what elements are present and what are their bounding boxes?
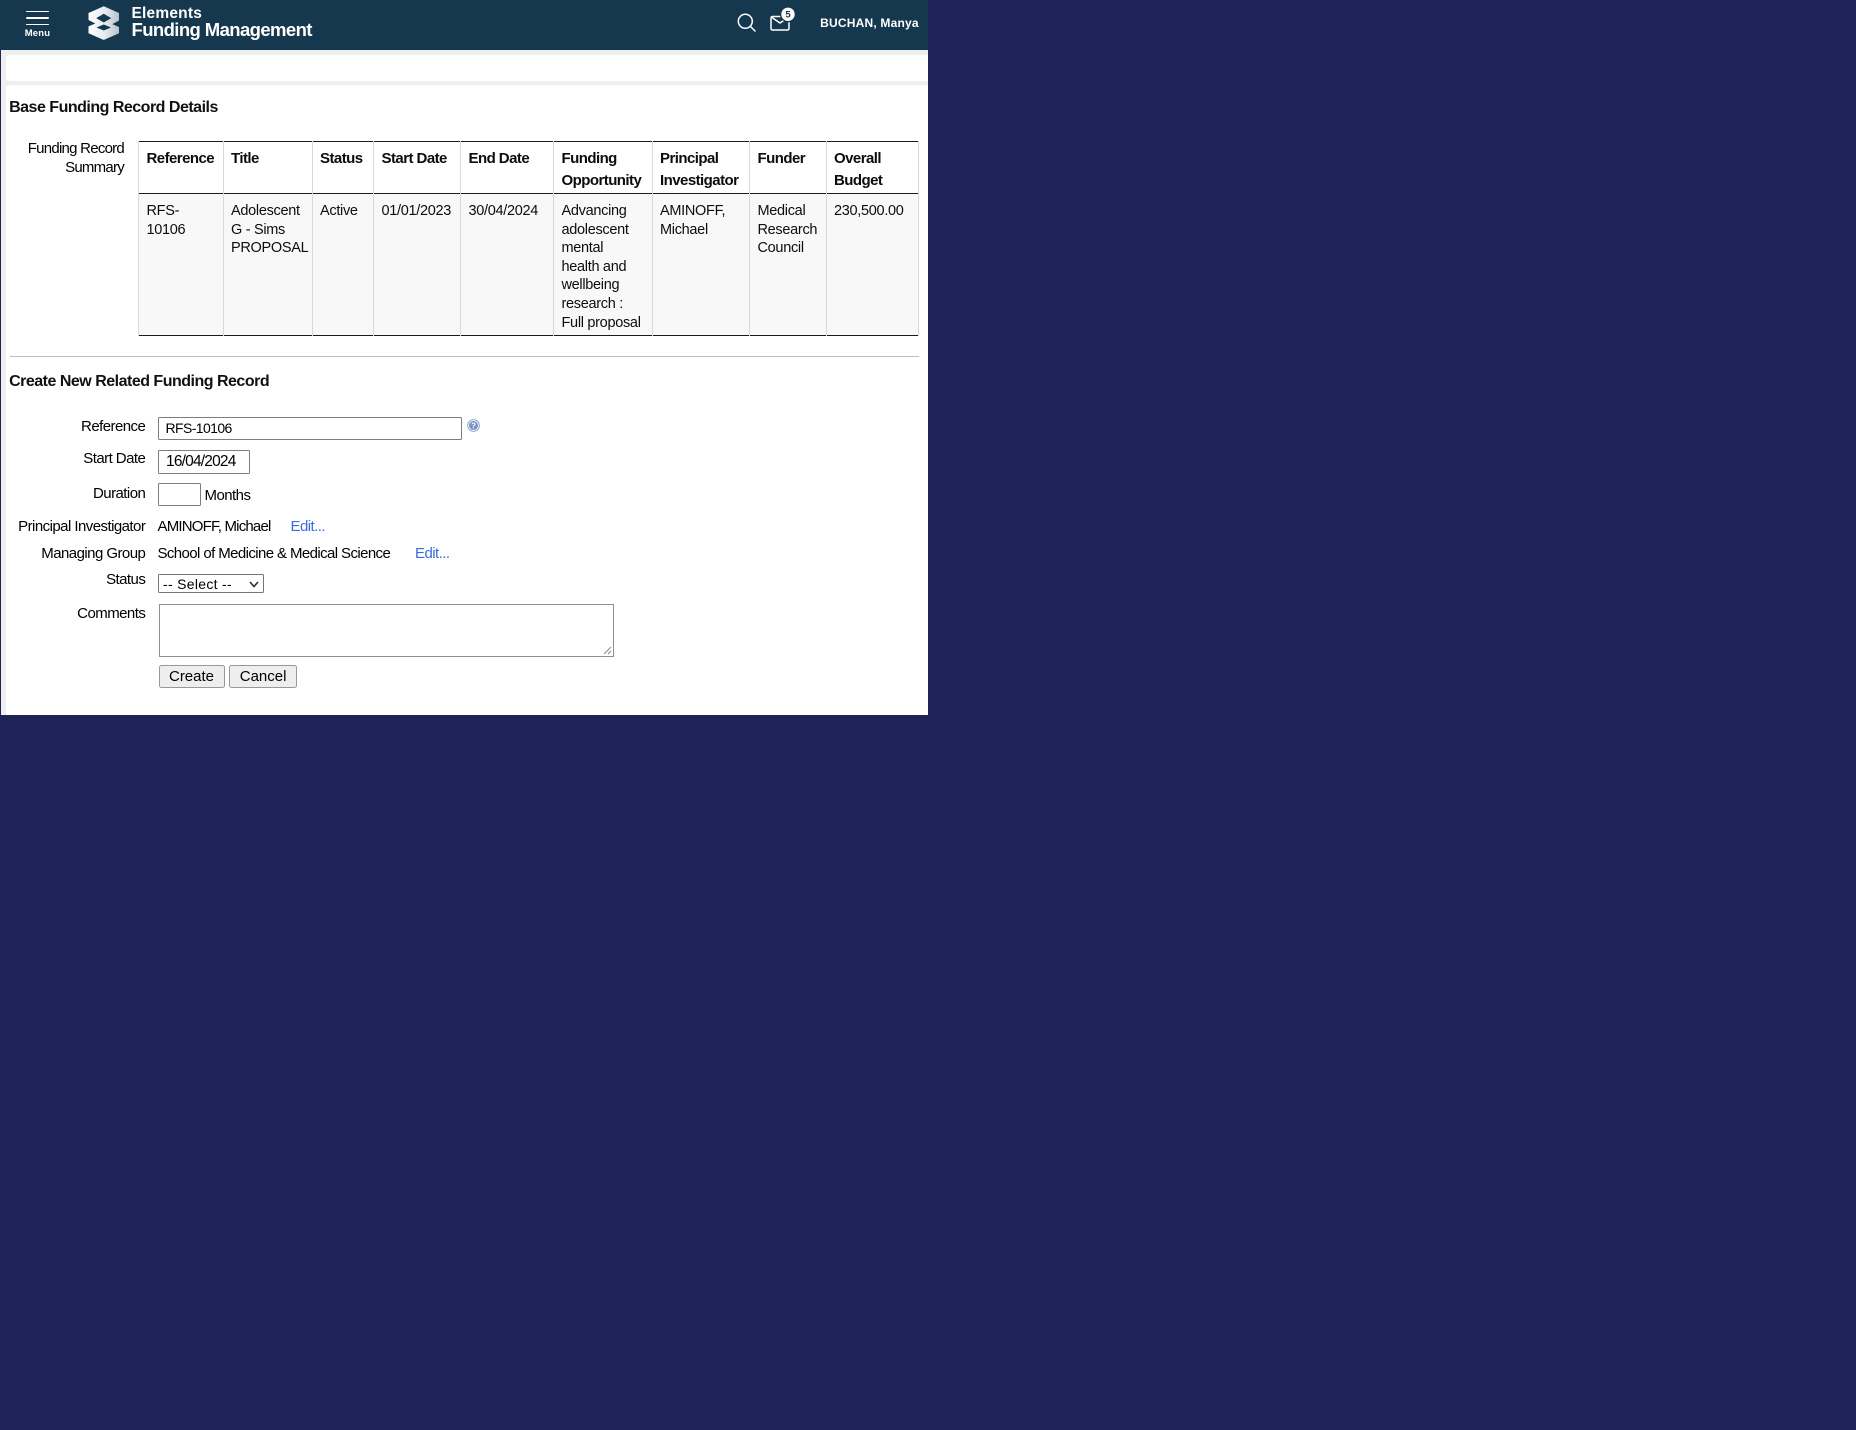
svg-text:?: ? <box>471 421 476 430</box>
